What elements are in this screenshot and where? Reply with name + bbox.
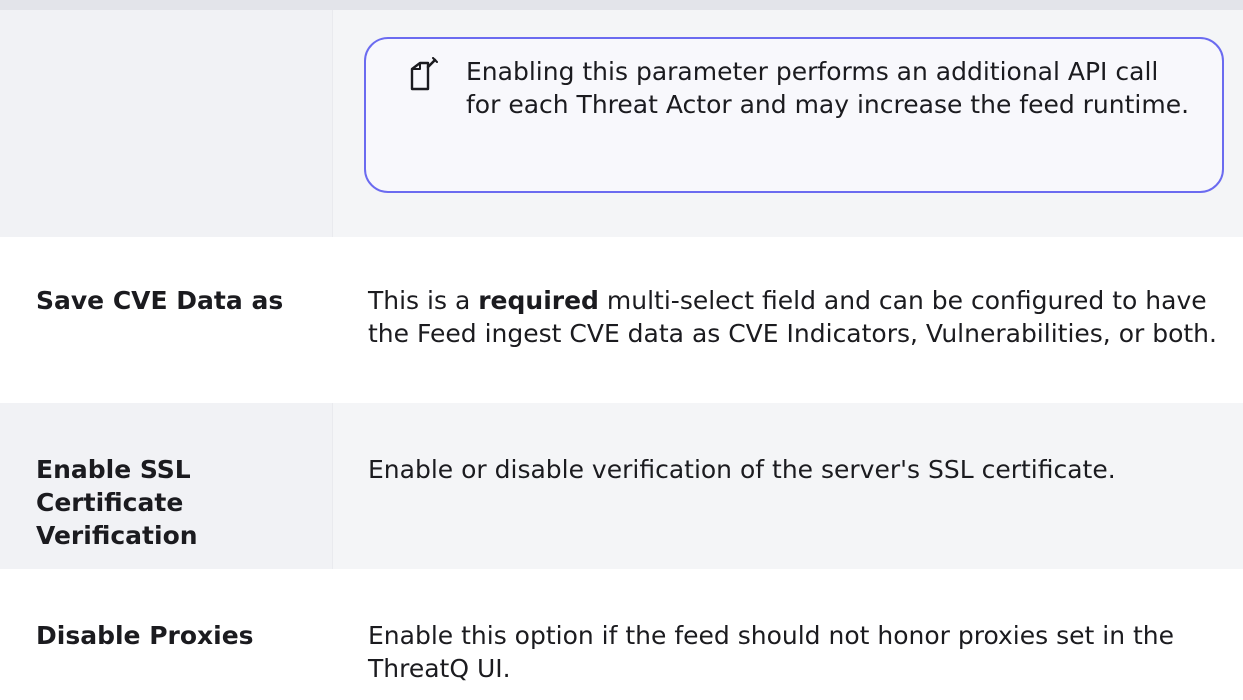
description-cell: Enable this option if the feed should no…: [333, 569, 1243, 700]
note-edit-icon: [410, 57, 438, 91]
label-cell: Save CVE Data as: [0, 237, 333, 403]
parameter-description: This is a required multi-select field an…: [368, 284, 1223, 350]
required-emphasis: required: [478, 286, 599, 315]
parameter-description: Enable or disable verification of the se…: [368, 455, 1116, 484]
label-cell: Enable SSL Certificate Verification: [0, 403, 333, 569]
parameter-name: Save CVE Data as: [36, 286, 284, 315]
table-row-save-cve: Save CVE Data as This is a required mult…: [0, 237, 1243, 403]
description-prefix: This is a: [368, 286, 479, 315]
documentation-table: Enabling this parameter performs an addi…: [0, 0, 1243, 700]
description-cell: Enable or disable verification of the se…: [333, 403, 1243, 569]
table-row-ssl: Enable SSL Certificate Verification Enab…: [0, 403, 1243, 569]
description-cell: This is a required multi-select field an…: [333, 237, 1243, 403]
table-top-border: [0, 0, 1243, 10]
label-cell: Disable Proxies: [0, 569, 333, 700]
parameter-description: Enable this option if the feed should no…: [368, 621, 1175, 683]
parameter-name: Enable SSL Certificate Verification: [36, 455, 198, 550]
parameter-name: Disable Proxies: [36, 621, 254, 650]
label-cell-empty: [0, 10, 333, 237]
note-text: Enabling this parameter performs an addi…: [466, 57, 1190, 119]
table-row-proxies: Disable Proxies Enable this option if th…: [0, 569, 1243, 700]
note-callout: Enabling this parameter performs an addi…: [364, 37, 1224, 193]
